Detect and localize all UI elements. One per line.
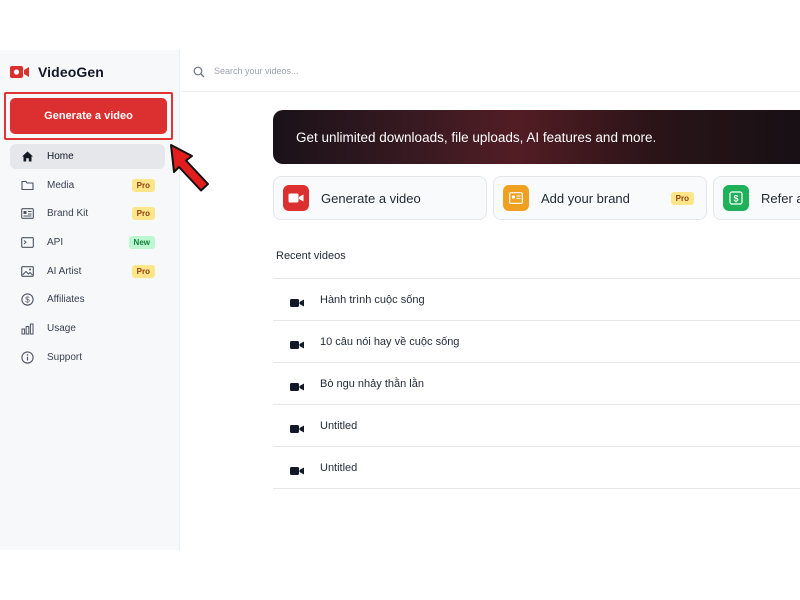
- sidebar-item-brand-kit[interactable]: Brand Kit Pro: [10, 201, 165, 226]
- dollar-icon: $: [20, 293, 34, 307]
- svg-text:$: $: [25, 296, 30, 305]
- generate-button-highlight: Generate a video: [4, 92, 173, 140]
- card-label: Refer a: [761, 190, 800, 206]
- info-icon: [20, 350, 34, 364]
- terminal-icon: [20, 236, 34, 250]
- refer-card[interactable]: $ Refer a: [713, 176, 800, 220]
- sidebar-item-label: Support: [47, 351, 83, 363]
- sidebar-item-label: Brand Kit: [47, 208, 89, 220]
- sidebar-item-label: Usage: [47, 323, 76, 335]
- video-row[interactable]: Untitled: [273, 405, 800, 447]
- svg-text:$: $: [733, 194, 738, 204]
- generate-video-button[interactable]: Generate a video: [10, 98, 167, 134]
- video-title: Untitled: [320, 461, 358, 474]
- sidebar-item-label: Home: [47, 151, 74, 162]
- dollar-icon: $: [723, 185, 749, 211]
- card-label: Add your brand: [541, 190, 630, 206]
- sidebar-nav: Home Media Pro Brand Kit Pro API New AI …: [10, 144, 165, 374]
- recent-videos-list: Hành trình cuộc sống 10 câu nói hay về c…: [273, 278, 800, 489]
- app-window: VideoGen Generate a video Home Media Pro: [0, 50, 800, 550]
- recent-videos-heading: Recent videos: [276, 250, 346, 262]
- pro-badge: Pro: [670, 192, 694, 205]
- video-title: Hành trình cuộc sống: [320, 293, 425, 306]
- sidebar-item-home[interactable]: Home: [10, 144, 165, 169]
- add-brand-card[interactable]: Add your brand Pro: [493, 176, 707, 220]
- main-content: Get unlimited downloads, file uploads, A…: [181, 50, 800, 550]
- new-badge: New: [128, 236, 155, 250]
- home-icon: [20, 150, 34, 164]
- pro-badge: Pro: [131, 178, 155, 192]
- video-title: Bò ngu nhảy thằn lằn: [320, 377, 424, 390]
- sidebar-item-label: Affiliates: [47, 294, 85, 306]
- search-input[interactable]: [214, 65, 514, 76]
- image-icon: [20, 264, 34, 278]
- sidebar-item-media[interactable]: Media Pro: [10, 173, 165, 198]
- video-camera-icon: [290, 463, 304, 475]
- sidebar-item-label: AI Artist: [47, 265, 82, 277]
- logo[interactable]: VideoGen: [10, 64, 104, 80]
- video-row[interactable]: Hành trình cuộc sống: [273, 279, 800, 321]
- video-row[interactable]: 10 câu nói hay về cuộc sống: [273, 321, 800, 363]
- annotation-arrow-icon: [170, 144, 209, 192]
- search-icon: [193, 65, 205, 77]
- quick-actions: Generate a video Add your brand Pro $ Re…: [273, 176, 800, 220]
- id-card-icon: [20, 207, 34, 221]
- sidebar-item-affiliates[interactable]: $ Affiliates: [10, 287, 165, 312]
- pro-badge: Pro: [131, 207, 155, 221]
- generate-video-card[interactable]: Generate a video: [273, 176, 487, 220]
- video-camera-icon: [290, 421, 304, 433]
- upgrade-banner[interactable]: Get unlimited downloads, file uploads, A…: [273, 110, 800, 164]
- video-camera-icon: [290, 295, 304, 307]
- id-card-icon: [503, 185, 529, 211]
- banner-text: Get unlimited downloads, file uploads, A…: [296, 129, 657, 145]
- card-label: Generate a video: [321, 190, 421, 206]
- pro-badge: Pro: [131, 264, 155, 278]
- sidebar-item-usage[interactable]: Usage: [10, 316, 165, 341]
- app-name: VideoGen: [38, 64, 104, 80]
- bar-chart-icon: [20, 322, 34, 336]
- video-row[interactable]: Untitled: [273, 447, 800, 489]
- sidebar-item-ai-artist[interactable]: AI Artist Pro: [10, 259, 165, 284]
- sidebar-item-label: Media: [47, 179, 75, 191]
- sidebar-item-api[interactable]: API New: [10, 230, 165, 255]
- video-camera-icon: [290, 337, 304, 349]
- sidebar-item-support[interactable]: Support: [10, 345, 165, 370]
- video-camera-icon: [10, 64, 30, 80]
- sidebar: VideoGen Generate a video Home Media Pro: [0, 50, 180, 550]
- sidebar-item-label: API: [47, 237, 64, 249]
- video-title: 10 câu nói hay về cuộc sống: [320, 335, 460, 348]
- video-row[interactable]: Bò ngu nhảy thằn lằn: [273, 363, 800, 405]
- video-title: Untitled: [320, 419, 358, 432]
- folder-icon: [20, 178, 34, 192]
- search-bar: [181, 50, 800, 92]
- video-camera-icon: [290, 379, 304, 391]
- video-camera-icon: [283, 185, 309, 211]
